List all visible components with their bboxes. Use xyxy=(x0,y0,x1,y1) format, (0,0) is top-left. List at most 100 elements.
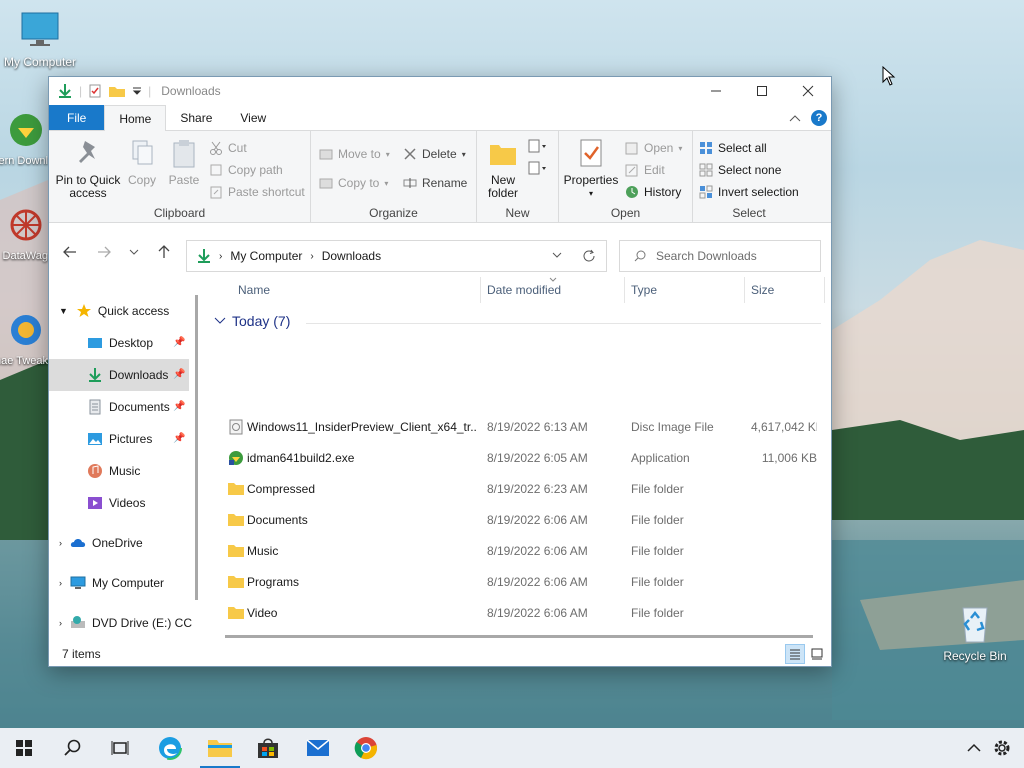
pin-icon: 📌 xyxy=(173,369,186,380)
large-icons-view-button[interactable] xyxy=(807,644,827,664)
properties-button[interactable]: Properties ▾ xyxy=(563,135,619,200)
minimize-button[interactable] xyxy=(693,77,739,105)
up-button[interactable] xyxy=(157,245,171,264)
help-icon[interactable]: ? xyxy=(811,109,827,126)
collapse-ribbon-icon[interactable] xyxy=(789,113,801,123)
copy-button[interactable]: Copy xyxy=(123,135,161,187)
search-input[interactable]: Search Downloads xyxy=(619,240,821,272)
desktop-icon-my-computer[interactable]: My Computer xyxy=(0,10,80,69)
history-button[interactable]: History xyxy=(625,185,681,199)
breadcrumb-downloads[interactable]: Downloads xyxy=(322,249,381,263)
desktop-icon xyxy=(88,338,102,348)
pin-to-quick-access-button[interactable]: Pin to Quick access xyxy=(53,135,123,200)
settings-button[interactable] xyxy=(982,728,1022,768)
start-button[interactable] xyxy=(4,728,44,768)
maximize-button[interactable] xyxy=(739,77,785,105)
new-folder-button[interactable]: New folder xyxy=(481,135,525,200)
tab-share[interactable]: Share xyxy=(166,105,226,130)
organize-group-label: Organize xyxy=(369,206,418,220)
nav-onedrive[interactable]: › OneDrive xyxy=(59,527,143,559)
sort-indicator-icon xyxy=(549,277,557,282)
quick-access-toolbar-dropdown-icon[interactable] xyxy=(132,84,142,98)
file-row[interactable]: Documents 8/19/2022 6:06 AM File folder xyxy=(206,504,831,535)
paste-shortcut-button[interactable]: Paste shortcut xyxy=(209,185,305,199)
rename-icon xyxy=(403,178,417,188)
nav-dvd-drive[interactable]: › DVD Drive (E:) CC xyxy=(59,607,192,639)
file-row[interactable]: Compressed 8/19/2022 6:23 AM File folder xyxy=(206,473,831,504)
desktop-icon-recycle-bin[interactable]: Recycle Bin xyxy=(935,604,1015,663)
nav-pictures[interactable]: Pictures xyxy=(87,423,152,455)
horizontal-scrollbar[interactable] xyxy=(225,635,813,638)
file-type: Application xyxy=(631,450,690,465)
navigation-scrollbar[interactable] xyxy=(195,295,198,600)
file-row[interactable]: Programs 8/19/2022 6:06 AM File folder xyxy=(206,566,831,597)
recent-locations-button[interactable] xyxy=(129,245,139,264)
taskbar-file-explorer[interactable] xyxy=(200,728,240,768)
folder-icon xyxy=(228,545,244,557)
invert-selection-button[interactable]: Invert selection xyxy=(699,185,799,199)
select-none-icon xyxy=(699,163,713,177)
taskbar-edge[interactable] xyxy=(150,728,190,768)
group-header-today[interactable]: Today (7) xyxy=(214,313,290,329)
back-button[interactable] xyxy=(63,245,77,264)
taskbar-mail[interactable] xyxy=(298,728,338,768)
nav-desktop[interactable]: Desktop xyxy=(87,327,153,359)
breadcrumb-my-computer[interactable]: My Computer xyxy=(230,249,302,263)
download-arrow-icon[interactable] xyxy=(57,83,73,99)
nav-documents[interactable]: Documents xyxy=(87,391,170,423)
file-row[interactable]: Music 8/19/2022 6:06 AM File folder xyxy=(206,535,831,566)
open-group-label: Open xyxy=(610,206,641,220)
column-header-type[interactable]: Type xyxy=(631,277,657,303)
search-icon xyxy=(634,250,646,262)
new-folder-icon[interactable] xyxy=(108,84,126,98)
file-row[interactable]: Windows11_InsiderPreview_Client_x64_tr..… xyxy=(206,411,831,442)
desktop-icon-winaero-tweaker[interactable]: Winae Tweak xyxy=(0,310,48,367)
nav-quick-access[interactable]: ▼ Quick access xyxy=(59,295,169,327)
column-header-name[interactable]: Name xyxy=(238,277,270,303)
desktop-icon-internet-download[interactable]: Intern Downl xyxy=(0,110,48,167)
close-button[interactable] xyxy=(785,77,831,105)
tab-home[interactable]: Home xyxy=(104,105,167,131)
task-view-button[interactable] xyxy=(100,728,140,768)
address-bar[interactable]: › My Computer › Downloads xyxy=(186,240,607,272)
desktop-icon-datawag[interactable]: DataWag xyxy=(0,205,48,262)
select-none-button[interactable]: Select none xyxy=(699,163,781,177)
file-row[interactable]: idman641build2.exe 8/19/2022 6:05 AM Appli… xyxy=(206,442,831,473)
paste-button[interactable]: Paste xyxy=(165,135,203,187)
forward-button[interactable] xyxy=(97,245,111,264)
nav-downloads[interactable]: Downloads xyxy=(49,359,189,391)
easy-access-button[interactable] xyxy=(527,161,547,175)
address-history-dropdown[interactable] xyxy=(552,249,562,263)
taskbar-store[interactable] xyxy=(248,728,288,768)
disc-image-icon xyxy=(229,419,243,435)
delete-button[interactable]: Delete ▾ xyxy=(403,147,466,161)
rename-button[interactable]: Rename xyxy=(403,176,467,190)
tab-view[interactable]: View xyxy=(226,105,280,130)
new-item-button[interactable] xyxy=(527,139,547,153)
properties-check-icon[interactable] xyxy=(88,84,102,98)
search-button[interactable] xyxy=(52,728,92,768)
folder-icon xyxy=(228,514,244,526)
nav-music[interactable]: Music xyxy=(87,455,140,487)
edit-button[interactable]: Edit xyxy=(625,163,665,177)
file-row[interactable]: Video 8/19/2022 6:06 AM File folder xyxy=(206,597,831,628)
nav-label: Documents xyxy=(109,400,170,414)
document-icon xyxy=(89,399,101,415)
select-all-button[interactable]: Select all xyxy=(699,141,767,155)
copy-to-button[interactable]: Copy to ▾ xyxy=(319,176,388,190)
file-name: Compressed xyxy=(247,481,316,496)
cut-button[interactable]: Cut xyxy=(209,141,247,155)
address-row: › My Computer › Downloads Search Downloa… xyxy=(49,233,831,277)
copy-path-button[interactable]: Copy path xyxy=(209,163,283,177)
file-name: Programs xyxy=(247,574,300,589)
nav-videos[interactable]: Videos xyxy=(87,487,145,519)
details-view-button[interactable] xyxy=(785,644,805,664)
move-to-button[interactable]: Move to ▾ xyxy=(319,147,390,161)
column-header-size[interactable]: Size xyxy=(751,277,774,303)
tab-file[interactable]: File xyxy=(49,105,105,130)
taskbar-chrome[interactable] xyxy=(346,728,386,768)
open-button[interactable]: Open ▾ xyxy=(625,141,682,155)
refresh-button[interactable] xyxy=(582,249,596,266)
file-explorer-window: | | Downloads File Home Share View ? Pin… xyxy=(48,76,832,667)
nav-my-computer[interactable]: › My Computer xyxy=(59,567,164,599)
